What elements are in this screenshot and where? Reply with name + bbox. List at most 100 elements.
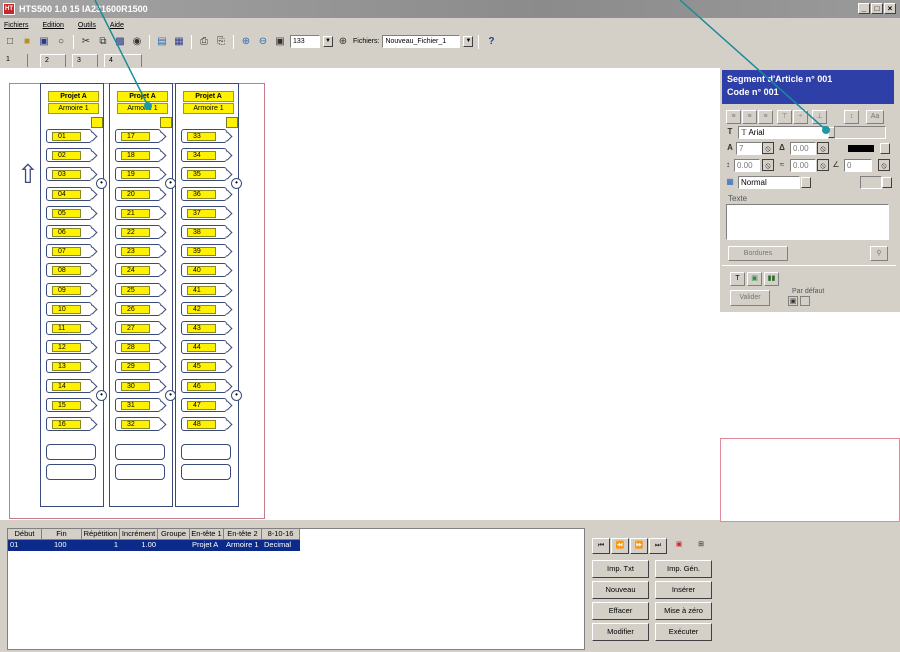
terminal-cell[interactable]: 05 [46, 205, 98, 220]
text-color-swatch[interactable] [848, 145, 874, 152]
terminal-cell[interactable]: 02 [46, 148, 98, 163]
empty-cell[interactable] [46, 464, 96, 480]
sort-button[interactable]: ↕ [844, 110, 859, 124]
terminal-cell[interactable]: 21 [115, 205, 167, 220]
terminal-strip[interactable]: Projet A Armoire 1 33 34 35 • 36 37 38 39 40 41 42 43… [175, 83, 242, 507]
terminal-cell[interactable]: 17 [115, 129, 167, 143]
new-button[interactable]: Nouveau [592, 581, 649, 599]
terminal-cell[interactable]: 23 [115, 244, 167, 259]
close-button[interactable]: × [884, 3, 896, 14]
terminal-cell[interactable]: 19 [115, 167, 167, 182]
print-icon[interactable]: ⎙ [197, 35, 211, 49]
row-cell-groupe[interactable] [158, 540, 190, 551]
paste-icon[interactable]: ▩ [113, 35, 127, 49]
row-cell-base[interactable]: Decimal [262, 540, 300, 551]
terminal-cell[interactable]: 47 [181, 397, 233, 412]
terminal-cell[interactable]: 31 [115, 397, 167, 412]
strip-project-label[interactable]: Projet A [117, 91, 168, 102]
row-cell-entete1[interactable]: Projet A [190, 540, 224, 551]
terminal-cell[interactable]: 32 [115, 417, 167, 431]
terminal-cell[interactable]: 27 [115, 321, 167, 335]
size-toggle-icon[interactable]: ⦸ [762, 142, 774, 154]
row-cell-fin[interactable]: 100 [42, 540, 82, 551]
terminal-cell[interactable]: 26 [115, 301, 167, 316]
insert-button[interactable]: Insérer [655, 581, 712, 599]
find-icon[interactable]: ◉ [130, 35, 144, 49]
col-base[interactable]: 8-10-16 [262, 529, 300, 540]
style-dropdown-arrow[interactable] [801, 177, 811, 188]
strip-handle[interactable] [160, 117, 172, 128]
angle-field[interactable]: 0 [844, 159, 872, 172]
new-file-icon[interactable]: □ [3, 35, 17, 49]
menu-aide[interactable]: Aide [110, 22, 124, 29]
spacing-toggle-icon[interactable]: ⦸ [817, 142, 829, 154]
terminal-cell[interactable]: 12 [46, 340, 98, 355]
empty-cell[interactable] [46, 444, 96, 460]
terminal-cell[interactable]: 03 [46, 167, 98, 182]
save-record-icon[interactable]: ▣ [670, 538, 688, 554]
style-extra-field[interactable] [860, 176, 882, 189]
row-cell-repetition[interactable]: 1 [82, 540, 120, 551]
row-cell-increment[interactable]: 1.00 [120, 540, 158, 551]
preview-icon[interactable]: ▤ [155, 35, 169, 49]
row-cell-entete2[interactable]: Armoire 1 [224, 540, 262, 551]
terminal-cell[interactable]: 09 [46, 282, 98, 297]
default-save-icon[interactable]: ▣ [788, 296, 798, 306]
validate-button[interactable]: Valider [730, 290, 770, 306]
terminal-cell[interactable]: 07 [46, 244, 98, 259]
strip-handle[interactable] [226, 117, 238, 128]
char-spacing-field[interactable]: 0.00 [790, 142, 816, 155]
terminal-cell[interactable]: 24 [115, 263, 167, 278]
terminal-cell[interactable]: 35 [181, 167, 233, 182]
copy-icon[interactable]: ⧉ [96, 35, 110, 49]
default-check-icon[interactable] [800, 296, 810, 306]
terminal-cell[interactable]: 43 [181, 321, 233, 335]
files-select[interactable]: Nouveau_Fichier_1 [382, 35, 461, 48]
terminal-strip[interactable]: Projet A Armoire 1 17 18 19 • 20 21 22 23 24 25 26 27… [109, 83, 176, 507]
modify-button[interactable]: Modifier [592, 623, 649, 641]
files-dropdown-arrow[interactable]: ▼ [463, 36, 474, 47]
terminal-cell[interactable]: 37 [181, 205, 233, 220]
empty-cell[interactable] [181, 444, 231, 460]
menu-fichiers[interactable]: Fichiers [4, 22, 29, 29]
terminal-cell[interactable]: 10 [46, 301, 98, 316]
last-record-button[interactable]: ⏭ [649, 538, 667, 554]
sequence-table[interactable]: Début Fin Répétition Incrément Groupe En… [7, 528, 585, 650]
text-area[interactable] [726, 204, 889, 240]
col-fin[interactable]: Fin [42, 529, 82, 540]
col-debut[interactable]: Début [8, 529, 42, 540]
strip-project-label[interactable]: Projet A [183, 91, 234, 102]
terminal-cell[interactable]: 14 [46, 378, 98, 393]
tab-text-button[interactable]: T [730, 272, 745, 286]
terminal-cell[interactable]: 46 [181, 378, 233, 393]
align-left-button[interactable]: ≡ [726, 110, 741, 124]
zoom-out-icon[interactable]: ⊖ [256, 35, 270, 49]
close-file-icon[interactable]: ○ [54, 35, 68, 49]
first-record-button[interactable]: ⏮ [592, 538, 610, 554]
delete-button[interactable]: Effacer [592, 602, 649, 620]
tab-barcode-button[interactable]: ▮▮ [764, 272, 779, 286]
tab-2[interactable]: 2 [40, 54, 66, 67]
style-extra-dropdown-arrow[interactable] [882, 177, 892, 188]
tab-1[interactable]: 1 [2, 54, 28, 67]
col-entete2[interactable]: En-tête 2 [224, 529, 262, 540]
row-cell-debut[interactable]: 01 [8, 540, 42, 551]
zoom-fit-icon[interactable]: ▣ [273, 35, 287, 49]
align-center-button[interactable]: ≡ [742, 110, 757, 124]
col-increment[interactable]: Incrément [120, 529, 158, 540]
angle-toggle-icon[interactable]: ⦸ [878, 159, 890, 171]
terminal-cell[interactable]: 48 [181, 417, 233, 431]
font-extra-field[interactable] [834, 126, 886, 139]
terminal-cell[interactable]: 38 [181, 225, 233, 239]
help-icon[interactable]: ? [484, 35, 498, 49]
bridge-circle-icon[interactable]: • [231, 389, 242, 401]
terminal-cell[interactable]: 34 [181, 148, 233, 163]
print-setup-icon[interactable]: ⎘ [214, 35, 228, 49]
offset-y-toggle-icon[interactable]: ⦸ [817, 159, 829, 171]
terminal-cell[interactable]: 28 [115, 340, 167, 355]
strip-cabinet-label[interactable]: Armoire 1 [48, 103, 99, 114]
tab-image-button[interactable]: ▣ [747, 272, 762, 286]
strip-cabinet-label[interactable]: Armoire 1 [117, 103, 168, 114]
terminal-cell[interactable]: 01 [46, 129, 98, 143]
open-folder-icon[interactable]: ■ [20, 35, 34, 49]
